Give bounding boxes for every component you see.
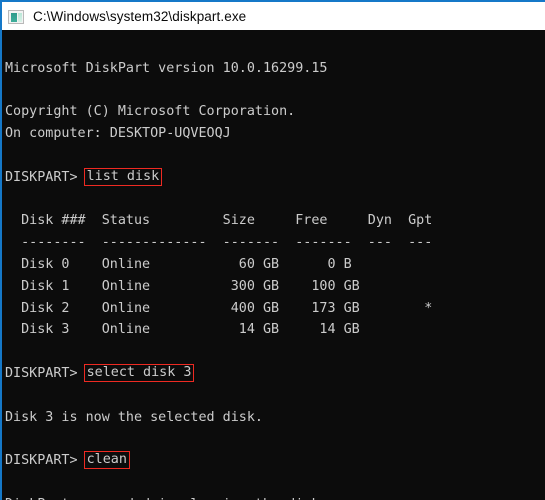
highlighted-command: clean <box>83 451 130 470</box>
console-output-line: Copyright (C) Microsoft Corporation. <box>5 104 296 120</box>
window-titlebar[interactable]: C:\Windows\system32\diskpart.exe <box>2 2 545 30</box>
diskpart-console-window: C:\Windows\system32\diskpart.exe Microso… <box>0 0 545 500</box>
console-output-line: Disk 3 is now the selected disk. <box>5 409 263 425</box>
console-output-line: Disk 1 Online 300 GB 100 GB <box>5 278 360 294</box>
console-output-line: Disk ### Status Size Free Dyn Gpt <box>5 213 433 229</box>
highlighted-command: list disk <box>83 167 163 186</box>
console-output-line: Microsoft DiskPart version 10.0.16299.15 <box>5 60 328 76</box>
console-command-line: DISKPART> list disk <box>5 167 448 189</box>
console-prompt: DISKPART> <box>5 169 86 185</box>
console-output-line: -------- ------------- ------- ------- -… <box>5 235 433 251</box>
console-app-icon <box>8 9 24 24</box>
console-output-area[interactable]: Microsoft DiskPart version 10.0.16299.15… <box>2 30 545 500</box>
console-text-buffer: Microsoft DiskPart version 10.0.16299.15… <box>5 36 448 500</box>
console-icon-light-block <box>18 12 22 22</box>
console-output-line: Disk 2 Online 400 GB 173 GB * <box>5 300 433 316</box>
console-prompt: DISKPART> <box>5 365 86 381</box>
highlighted-command: select disk 3 <box>83 363 195 382</box>
console-output-line: DiskPart succeeded in cleaning the disk. <box>5 494 448 500</box>
window-title-text: C:\Windows\system32\diskpart.exe <box>33 8 247 24</box>
console-output-line: Disk 3 Online 14 GB 14 GB <box>5 322 360 338</box>
console-icon-dark-block <box>11 12 17 22</box>
console-output-line: On computer: DESKTOP-UQVEOQJ <box>5 126 231 142</box>
console-output-line: Disk 0 Online 60 GB 0 B <box>5 256 352 272</box>
console-command-line: DISKPART> clean <box>5 450 448 472</box>
console-prompt: DISKPART> <box>5 453 86 469</box>
console-command-line: DISKPART> select disk 3 <box>5 363 448 385</box>
